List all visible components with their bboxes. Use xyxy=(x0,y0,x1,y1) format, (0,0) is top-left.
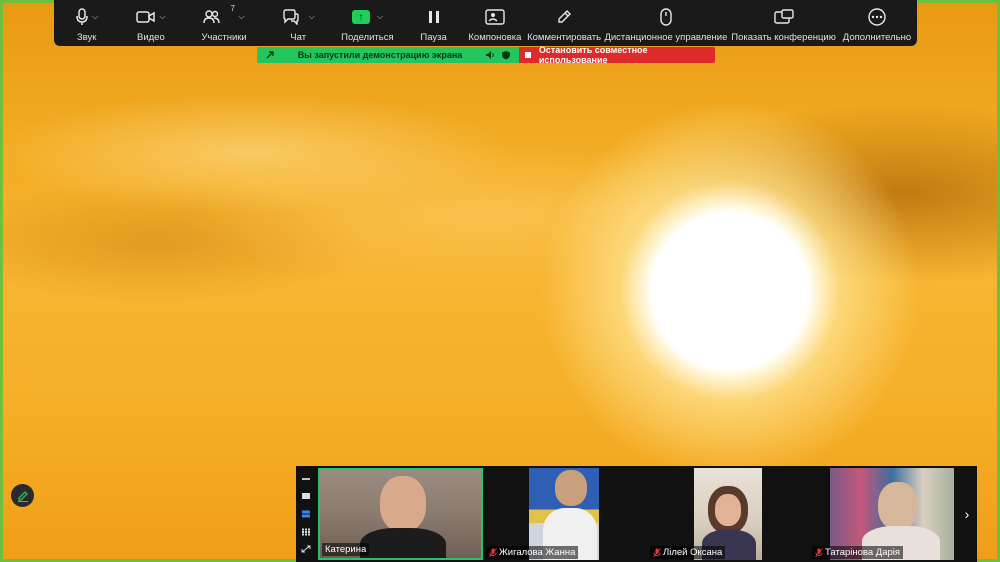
video-button[interactable]: ⌵ Видео xyxy=(119,0,182,46)
muted-microphone-icon xyxy=(815,547,823,557)
participant-video-feed-body xyxy=(360,528,446,558)
participants-count: 7 xyxy=(230,4,235,13)
participants-label: Участники xyxy=(201,32,247,43)
audio-button[interactable]: ⌵ Звук xyxy=(54,0,119,46)
stop-sharing-button[interactable]: Остановить совместное использование xyxy=(519,45,715,65)
remote-control-button[interactable]: Дистанционное управление xyxy=(602,0,731,46)
pause-icon xyxy=(428,11,439,23)
share-label: Поделиться xyxy=(341,32,394,43)
shield-icon[interactable] xyxy=(501,50,511,60)
floating-annotate-button[interactable] xyxy=(11,484,34,507)
show-meeting-label: Показать конференцию xyxy=(731,32,836,43)
layout-button[interactable]: Компоновка xyxy=(463,0,526,46)
participants-icon xyxy=(203,10,221,24)
screen-sharing-status-bar[interactable]: Вы запустили демонстрацию экрана xyxy=(257,47,519,63)
annotate-button[interactable]: Комментировать xyxy=(527,0,602,46)
more-button[interactable]: Дополнительно xyxy=(837,0,917,46)
participant-name: Жигалова Жанна xyxy=(499,547,576,558)
chat-button[interactable]: ⌵ Чат xyxy=(266,0,331,46)
chevron-down-icon[interactable]: ⌵ xyxy=(92,12,98,22)
more-label: Дополнительно xyxy=(842,32,912,43)
minimize-icon[interactable] xyxy=(301,475,311,483)
single-view-icon[interactable] xyxy=(301,492,311,500)
pause-button[interactable]: Пауза xyxy=(404,0,463,46)
muted-microphone-icon xyxy=(489,547,497,557)
participant-video-tile[interactable]: Катерина xyxy=(318,468,483,560)
expand-icon[interactable] xyxy=(301,545,311,553)
stop-sharing-label: Остановить совместное использование xyxy=(538,45,648,65)
pencil-icon xyxy=(558,10,572,23)
strip-view-controls xyxy=(296,466,316,562)
chevron-down-icon[interactable]: ⌵ xyxy=(309,12,315,22)
sharing-indicator-icon xyxy=(266,51,274,59)
participant-video-feed-face xyxy=(715,494,741,526)
chat-icon xyxy=(282,9,299,25)
grid-view-icon[interactable] xyxy=(301,528,311,536)
remote-control-label: Дистанционное управление xyxy=(604,32,728,43)
participant-name-tag: Катерина xyxy=(322,543,370,556)
participant-name-tag: Лілей Оксана xyxy=(650,546,726,559)
muted-microphone-icon xyxy=(653,547,661,557)
next-page-button[interactable]: › xyxy=(959,506,975,522)
audio-label: Звук xyxy=(76,32,97,43)
participant-video-feed xyxy=(878,482,918,530)
meeting-toolbar: ⌵ Звук ⌵ Видео ⌵ 7 Участники ⌵ Чат ↑ ⌵ П… xyxy=(54,0,917,46)
more-options-icon xyxy=(868,8,886,26)
chat-label: Чат xyxy=(290,32,307,43)
layout-label: Компоновка xyxy=(468,32,522,43)
share-screen-icon: ↑ xyxy=(351,10,370,24)
stop-icon xyxy=(525,52,531,58)
chevron-down-icon[interactable]: ⌵ xyxy=(377,12,383,22)
participant-name: Лілей Оксана xyxy=(663,547,723,558)
video-thumbnail-strip: Катерина Жигалова Жанна Лілей Оксана Тат… xyxy=(296,466,977,562)
layout-icon xyxy=(485,9,505,25)
show-meeting-icon xyxy=(773,9,794,24)
video-label: Видео xyxy=(137,32,165,43)
participant-video-feed xyxy=(380,476,426,532)
pause-label: Пауза xyxy=(420,32,447,43)
speaker-icon[interactable] xyxy=(485,50,495,60)
participant-name-tag: Жигалова Жанна xyxy=(486,546,579,559)
video-camera-icon xyxy=(136,11,156,23)
show-meeting-button[interactable]: Показать конференцию xyxy=(730,0,837,46)
microphone-icon xyxy=(76,8,88,25)
participant-name: Катерина xyxy=(325,544,367,555)
pencil-icon xyxy=(17,490,28,502)
participants-button[interactable]: ⌵ 7 Участники xyxy=(183,0,266,46)
annotate-label: Комментировать xyxy=(527,32,602,43)
share-button[interactable]: ↑ ⌵ Поделиться xyxy=(331,0,404,46)
sharing-status-text: Вы запустили демонстрацию экрана xyxy=(297,50,463,60)
chevron-down-icon[interactable]: ⌵ xyxy=(159,12,165,22)
mouse-icon xyxy=(660,8,672,26)
participant-name: Татарінова Дарія xyxy=(825,547,901,558)
participant-video-feed xyxy=(555,470,587,506)
participant-name-tag: Татарінова Дарія xyxy=(812,546,904,559)
chevron-down-icon[interactable]: ⌵ xyxy=(238,12,244,22)
strip-view-icon[interactable] xyxy=(301,510,311,518)
chevron-right-icon: › xyxy=(964,506,970,522)
